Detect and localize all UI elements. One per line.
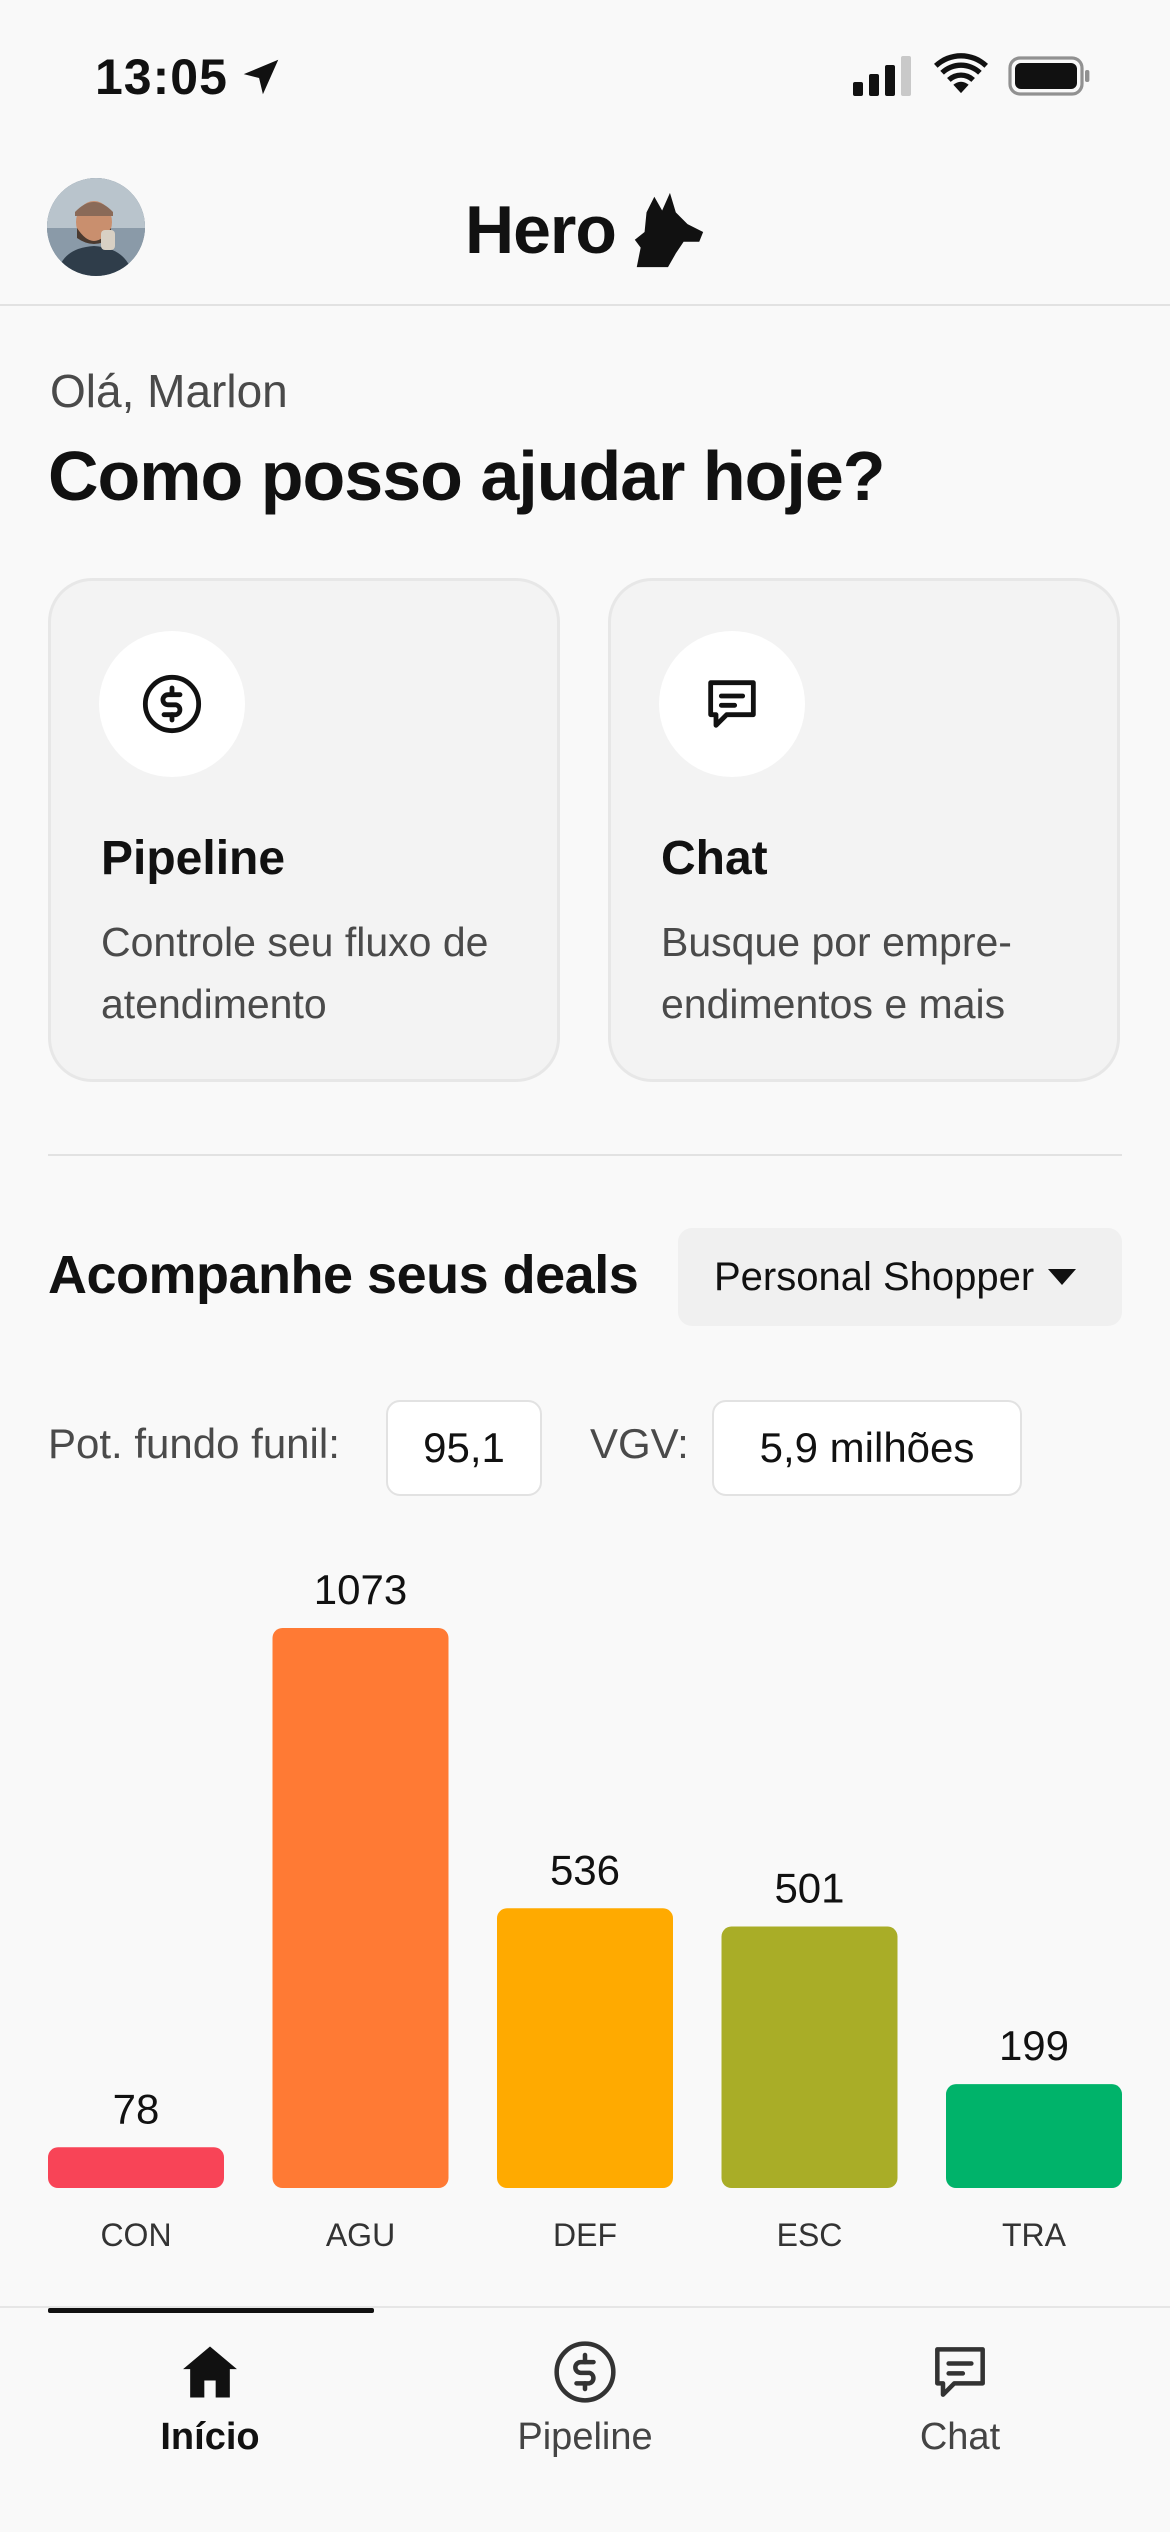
vgv-label: VGV: xyxy=(590,1420,689,1467)
deals-bar-chart-svg: 78 CON 1073 AGU 536 DEF 501 ESC 199 TRA xyxy=(48,1566,1122,2253)
caret-down-icon xyxy=(1048,1269,1076,1285)
active-tab-indicator xyxy=(48,2308,374,2313)
bar-value-label-con: 78 xyxy=(113,2085,160,2132)
dropdown-selected-value: Personal Shopper xyxy=(714,1254,1035,1299)
avatar-photo-icon xyxy=(47,178,145,276)
cellular-signal-icon xyxy=(853,56,911,96)
chat-bubble-icon xyxy=(708,680,756,728)
category-label-def: DEF xyxy=(553,2217,617,2253)
location-arrow-icon xyxy=(243,59,279,95)
bar-tra xyxy=(946,2084,1122,2188)
brand-logo: Hero xyxy=(465,180,708,280)
category-label-con: CON xyxy=(100,2217,171,2253)
app-header: Hero xyxy=(0,150,1170,306)
greeting-text: Olá, Marlon xyxy=(50,365,288,417)
bar-agu xyxy=(272,1628,449,2188)
chat-card-icon-wrap xyxy=(659,631,805,777)
section-divider xyxy=(48,1154,1122,1156)
pot-label: Pot. fundo funil: xyxy=(48,1420,340,1467)
status-time: 13:05 xyxy=(95,49,228,105)
bar-value-label-agu: 1073 xyxy=(314,1566,407,1613)
chat-card[interactable]: Chat Busque por empre-endimentos e mais xyxy=(608,578,1120,1082)
status-bar: 13:05 xyxy=(0,0,1170,150)
pipeline-card-icon-wrap xyxy=(99,631,245,777)
bar-value-label-esc: 501 xyxy=(774,1865,844,1912)
brand-name: Hero xyxy=(465,192,617,268)
wolf-logo-icon xyxy=(634,192,704,268)
pipeline-card-description: Controle seu fluxo de atendimento xyxy=(101,919,489,1027)
avatar[interactable] xyxy=(47,178,145,276)
nav-tab-chat-label: Chat xyxy=(919,2416,1001,2458)
nav-tab-pipeline[interactable]: Pipeline xyxy=(455,2338,715,2468)
pipeline-card-title: Pipeline xyxy=(101,832,286,885)
home-icon xyxy=(183,2346,237,2398)
bar-value-label-def: 536 xyxy=(550,1846,620,1893)
bar-con xyxy=(48,2147,224,2188)
nav-tab-chat[interactable]: Chat xyxy=(830,2338,1090,2468)
chat-bubble-icon xyxy=(935,2347,985,2397)
bar-value-label-tra: 199 xyxy=(999,2022,1069,2069)
nav-tab-inicio-label: Início xyxy=(160,2416,260,2458)
battery-icon xyxy=(1008,56,1090,96)
deals-section-title: Acompanhe seus deals xyxy=(48,1245,639,1305)
dollar-circle-icon xyxy=(142,674,202,734)
pipeline-card[interactable]: Pipeline Controle seu fluxo de atendimen… xyxy=(48,578,560,1082)
category-label-agu: AGU xyxy=(326,2217,395,2253)
chat-card-title: Chat xyxy=(661,832,768,885)
nav-tab-inicio[interactable]: Início xyxy=(80,2338,340,2468)
pot-value-box: 95,1 xyxy=(386,1400,542,1496)
funnel-type-dropdown[interactable]: Personal Shopper xyxy=(678,1228,1122,1326)
bottom-nav: Início Pipeline Chat xyxy=(0,2306,1170,2532)
category-label-tra: TRA xyxy=(1002,2217,1067,2253)
category-label-esc: ESC xyxy=(777,2217,843,2253)
vgv-value-box: 5,9 milhões xyxy=(712,1400,1022,1496)
nav-tab-pipeline-label: Pipeline xyxy=(517,2416,653,2458)
bar-def xyxy=(497,1908,673,2188)
chat-card-description: Busque por empre-endimentos e mais xyxy=(661,919,1012,1027)
bar-esc xyxy=(721,1926,898,2188)
page-title: Como posso ajudar hoje? xyxy=(48,437,886,515)
dollar-circle-icon xyxy=(554,2341,616,2403)
deals-bar-chart: 78 CON 1073 AGU 536 DEF 501 ESC 199 TRA xyxy=(0,1520,1170,2260)
wifi-icon xyxy=(934,53,988,94)
